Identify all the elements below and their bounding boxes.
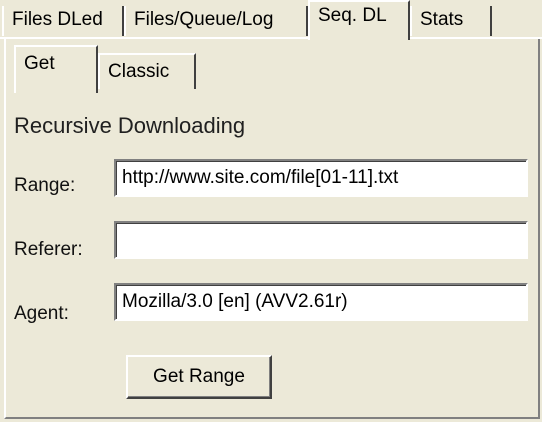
subtab-classic[interactable]: Classic (98, 53, 196, 89)
agent-label: Agent: (14, 303, 69, 324)
subtab-classic-label: Classic (108, 61, 170, 82)
subtab-get[interactable]: Get (14, 45, 98, 93)
referer-label: Referer: (14, 239, 83, 260)
tab-files-queue-log[interactable]: Files/Queue/Log (124, 6, 308, 36)
get-range-button[interactable]: Get Range (126, 355, 272, 399)
section-heading: Recursive Downloading (14, 113, 246, 138)
subtab-get-label: Get (24, 53, 55, 74)
tab-seq-dl[interactable]: Seq. DL (308, 0, 410, 40)
app-window: Files DLed Files/Queue/Log Seq. DL Stats… (0, 0, 542, 422)
tab-seq-dl-label: Seq. DL (318, 5, 387, 26)
tab-files-dled-label: Files DLed (12, 9, 103, 30)
get-range-button-label: Get Range (153, 366, 245, 387)
agent-field[interactable]: Mozilla/3.0 [en] (AVV2.61r) (114, 283, 528, 321)
tab-files-queue-log-label: Files/Queue/Log (134, 9, 274, 30)
range-field[interactable]: http://www.site.com/file[01-11].txt (114, 159, 528, 197)
tab-stats-label: Stats (420, 9, 464, 30)
tab-stats[interactable]: Stats (410, 6, 492, 36)
referer-field[interactable] (114, 221, 528, 259)
sub-tab-strip: Get Classic (10, 45, 530, 93)
tab-files-dled[interactable]: Files DLed (2, 6, 124, 36)
seq-dl-panel: Get Classic Recursive Downloading Range:… (4, 39, 540, 419)
main-tab-strip: Files DLed Files/Queue/Log Seq. DL Stats (0, 0, 542, 40)
range-label: Range: (14, 175, 76, 196)
